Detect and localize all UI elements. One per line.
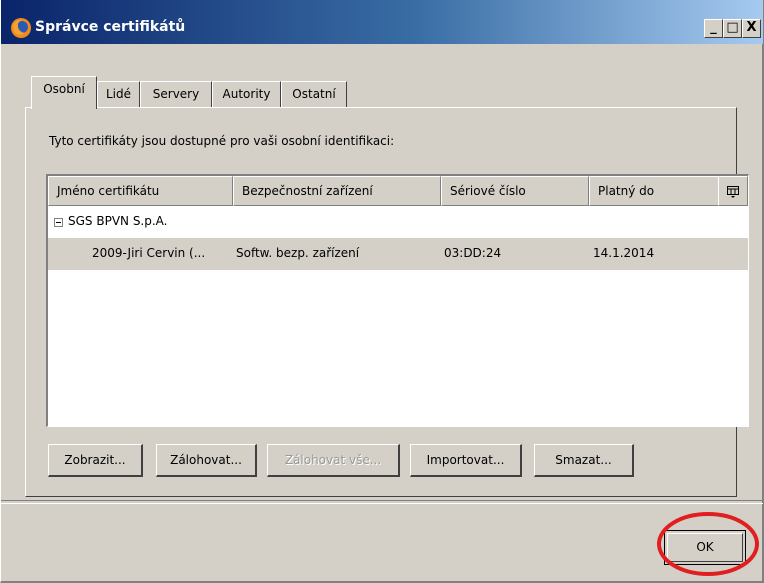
column-header-serial[interactable]: Sériové číslo <box>441 176 589 206</box>
backup-button[interactable]: Zálohovat... <box>156 444 257 477</box>
column-header-valid-to[interactable]: Platný do <box>589 176 719 206</box>
tab-ostatni[interactable]: Ostatní <box>281 81 347 108</box>
cert-name-cell: 2009-Jiri Cervin (... <box>92 246 206 260</box>
tree-group-row[interactable]: SGS BPVN S.p.A. <box>48 208 748 238</box>
collapse-toggle-icon[interactable] <box>54 218 63 227</box>
certificate-tree[interactable]: Jméno certifikátu Bezpečnostní zařízení … <box>46 174 749 427</box>
tab-autority[interactable]: Autority <box>212 81 281 108</box>
column-header-row: Jméno certifikátu Bezpečnostní zařízení … <box>48 176 748 206</box>
backup-all-button[interactable]: Zálohovat vše... <box>267 444 400 477</box>
separator <box>1 500 763 504</box>
ok-focus-frame <box>667 533 743 562</box>
ok-button[interactable]: OK <box>664 530 746 565</box>
delete-button[interactable]: Smazat... <box>534 444 634 477</box>
column-header-device[interactable]: Bezpečnostní zařízení <box>233 176 441 206</box>
tab-servery[interactable]: Servery <box>140 81 212 108</box>
group-label: SGS BPVN S.p.A. <box>68 214 168 228</box>
cert-serial-cell: 03:DD:24 <box>444 246 502 260</box>
view-button[interactable]: Zobrazit... <box>48 444 143 477</box>
minimize-button[interactable]: _ <box>704 19 723 38</box>
cert-valid-to-cell: 14.1.2014 <box>593 246 655 260</box>
close-button[interactable]: X <box>742 19 761 38</box>
table-row[interactable]: 2009-Jiri Cervin (... Softw. bezp. zaříz… <box>48 238 748 270</box>
certificate-manager-window: Správce certifikátů _ □ X Osobní Lidé Se… <box>0 0 764 583</box>
title-bar[interactable]: Správce certifikátů _ □ X <box>1 0 763 44</box>
tab-lide[interactable]: Lidé <box>97 81 140 108</box>
column-header-name[interactable]: Jméno certifikátu <box>48 176 233 206</box>
column-picker-icon[interactable] <box>718 176 748 206</box>
import-button[interactable]: Importovat... <box>410 444 522 477</box>
firefox-app-icon <box>11 18 31 38</box>
tab-osobni[interactable]: Osobní <box>31 76 97 109</box>
maximize-button[interactable]: □ <box>723 19 742 38</box>
panel-description: Tyto certifikáty jsou dostupné pro vaši … <box>49 134 395 148</box>
cert-device-cell: Softw. bezp. zařízení <box>236 246 360 260</box>
window-title: Správce certifikátů <box>35 19 186 35</box>
